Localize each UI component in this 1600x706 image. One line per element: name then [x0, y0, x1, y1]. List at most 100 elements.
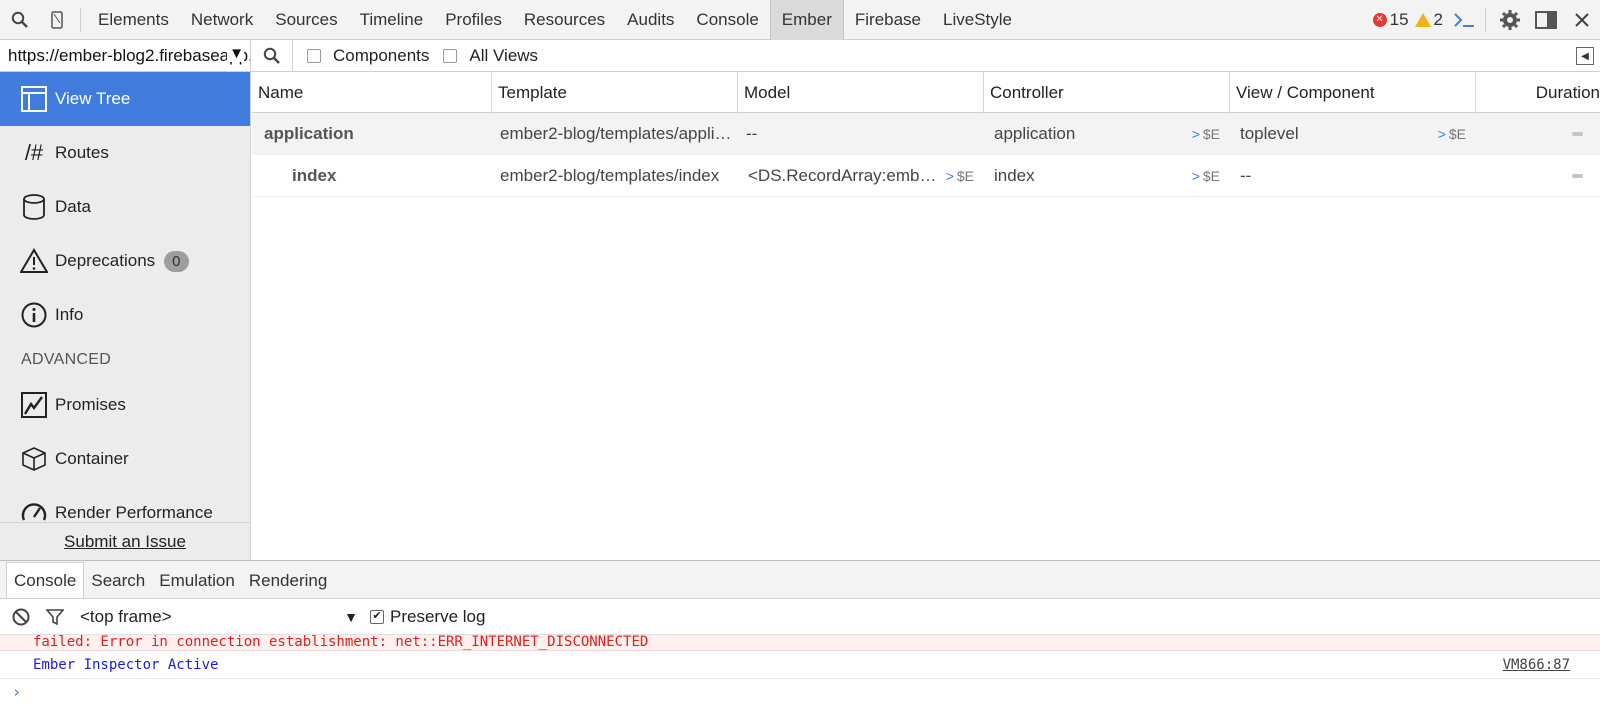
- all-views-toggle[interactable]: All Views: [443, 46, 538, 66]
- row-model: --: [738, 113, 984, 155]
- send-controller-to-console-button[interactable]: > $E: [1192, 126, 1220, 142]
- column-header-name[interactable]: Name: [252, 72, 492, 113]
- sidebar-item-view-tree[interactable]: View Tree: [0, 72, 250, 126]
- tab-firebase[interactable]: Firebase: [844, 0, 932, 40]
- duration-bar: [1572, 173, 1583, 178]
- log-text: failed: Error in connection establishmen…: [33, 635, 649, 650]
- toolbar-right: ✕ 15 2: [1372, 0, 1600, 40]
- app-url-select[interactable]: https://ember-blog2.firebaseapp.com ▼: [0, 39, 251, 72]
- drawer-tab-search[interactable]: Search: [84, 563, 152, 598]
- table-header: Name Template Model Controller View / Co…: [252, 72, 1600, 113]
- sidebar-item-info[interactable]: Info: [0, 288, 250, 342]
- console-prompt[interactable]: ›: [0, 679, 1600, 705]
- submit-issue-link[interactable]: Submit an Issue: [0, 522, 250, 560]
- panel-tabs: Elements Network Sources Timeline Profil…: [87, 0, 1023, 40]
- view-tree-table: Name Template Model Controller View / Co…: [252, 72, 1600, 560]
- console-link-text: $E: [1202, 167, 1220, 184]
- toggle-panel-icon[interactable]: ◀: [1576, 47, 1594, 65]
- close-icon[interactable]: [1564, 0, 1600, 40]
- all-views-checkbox[interactable]: [443, 48, 458, 63]
- tab-network[interactable]: Network: [180, 0, 264, 40]
- promises-icon: [19, 390, 49, 420]
- send-view-to-console-button[interactable]: > $E: [1438, 126, 1466, 142]
- warning-icon: [1414, 12, 1431, 27]
- drawer-tab-console[interactable]: Console: [6, 562, 85, 598]
- view-text: --: [1240, 165, 1252, 185]
- controller-text: index: [994, 165, 1035, 185]
- warning-count: 2: [1433, 9, 1443, 29]
- log-text: Ember Inspector Active: [33, 656, 219, 673]
- warning-counter[interactable]: 2: [1414, 9, 1443, 30]
- tab-console[interactable]: Console: [685, 0, 769, 40]
- advanced-section-label: ADVANCED: [21, 351, 112, 368]
- filter-funnel-icon[interactable]: [46, 608, 64, 626]
- info-icon: [19, 300, 49, 330]
- model-text: --: [746, 123, 758, 143]
- template-text: ember2-blog/templates/appli…: [500, 123, 732, 143]
- drawer-tab-emulation[interactable]: Emulation: [152, 563, 242, 598]
- row-template: ember2-blog/templates/index: [492, 155, 738, 197]
- deprecations-count-badge: 0: [164, 250, 189, 272]
- sidebar-item-promises[interactable]: Promises: [0, 378, 250, 432]
- tab-livestyle[interactable]: LiveStyle: [932, 0, 1023, 40]
- sidebar-item-routes[interactable]: /# Routes: [0, 126, 250, 180]
- tab-sources[interactable]: Sources: [264, 0, 348, 40]
- sidebar-item-container[interactable]: Container: [0, 432, 250, 486]
- template-text: ember2-blog/templates/index: [500, 165, 720, 185]
- row-controller: application > $E: [984, 113, 1230, 155]
- console-link-text: $E: [956, 167, 974, 184]
- column-header-model[interactable]: Model: [738, 72, 984, 113]
- clear-console-icon[interactable]: [12, 608, 30, 626]
- dock-side-icon[interactable]: [1528, 0, 1564, 40]
- show-console-icon[interactable]: [1449, 0, 1479, 40]
- sidebar-item-label: View Tree: [55, 89, 131, 108]
- preserve-log-toggle[interactable]: ✔ Preserve log: [370, 607, 485, 627]
- sidebar-item-deprecations[interactable]: Deprecations 0: [0, 234, 250, 288]
- view-tree-icon: [19, 84, 49, 114]
- log-source-link[interactable]: VM866:87: [1503, 657, 1570, 673]
- table-row[interactable]: index ember2-blog/templates/index <DS.Re…: [252, 155, 1600, 197]
- view-text: toplevel: [1240, 123, 1299, 143]
- controller-text: application: [994, 123, 1076, 143]
- components-label: Components: [333, 45, 430, 65]
- dropdown-arrow-icon: ▼: [344, 608, 358, 625]
- sidebar-item-label: Routes: [55, 143, 109, 162]
- devtools-toolbar: Elements Network Sources Timeline Profil…: [0, 0, 1600, 40]
- frame-context-select[interactable]: <top frame> ▼: [80, 607, 358, 627]
- column-header-duration[interactable]: Duration: [1476, 72, 1600, 113]
- all-views-label: All Views: [469, 45, 539, 65]
- row-duration: [1476, 155, 1600, 197]
- components-toggle[interactable]: Components: [307, 46, 429, 66]
- error-counter[interactable]: ✕ 15: [1372, 10, 1409, 30]
- sidebar-item-data[interactable]: Data: [0, 180, 250, 234]
- row-template: ember2-blog/templates/appli…: [492, 113, 738, 155]
- sidebar: View Tree /# Routes Data Deprecations 0 …: [0, 72, 251, 560]
- send-model-to-console-button[interactable]: > $E: [946, 168, 974, 184]
- drawer-tab-rendering[interactable]: Rendering: [242, 563, 334, 598]
- column-header-controller[interactable]: Controller: [984, 72, 1230, 113]
- console-link-text: $E: [1448, 125, 1466, 142]
- tab-profiles[interactable]: Profiles: [434, 0, 513, 40]
- device-mode-icon[interactable]: [40, 0, 74, 40]
- preserve-log-checkbox[interactable]: ✔: [370, 609, 384, 624]
- tab-audits[interactable]: Audits: [616, 0, 685, 40]
- tab-resources[interactable]: Resources: [513, 0, 616, 40]
- components-checkbox[interactable]: [307, 48, 321, 63]
- tab-timeline[interactable]: Timeline: [349, 0, 435, 40]
- tab-ember[interactable]: Ember: [769, 0, 844, 40]
- sidebar-item-label: Deprecations: [55, 251, 156, 270]
- settings-gear-icon[interactable]: [1492, 0, 1528, 40]
- column-header-view-component[interactable]: View / Component: [1230, 72, 1476, 113]
- console-error-message: failed: Error in connection establishmen…: [0, 635, 1600, 651]
- tab-elements[interactable]: Elements: [87, 0, 180, 40]
- filter-search-icon[interactable]: [251, 39, 293, 72]
- ember-subbar: https://ember-blog2.firebaseapp.com ▼ Co…: [0, 39, 1600, 72]
- prompt-chevron-icon: ›: [12, 683, 22, 701]
- row-view: --: [1230, 155, 1476, 197]
- container-cube-icon: [19, 444, 49, 474]
- column-header-template[interactable]: Template: [492, 72, 738, 113]
- send-controller-to-console-button[interactable]: > $E: [1192, 168, 1220, 184]
- table-row[interactable]: application ember2-blog/templates/appli……: [252, 113, 1600, 155]
- dropdown-arrow-icon: ▼: [227, 44, 244, 62]
- inspect-search-icon[interactable]: [0, 0, 40, 40]
